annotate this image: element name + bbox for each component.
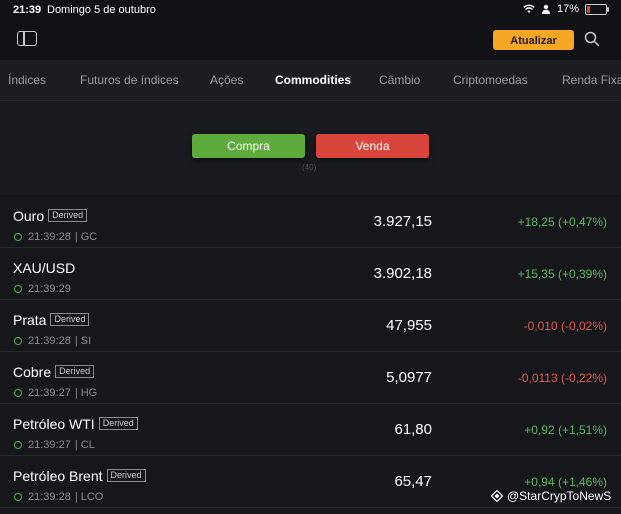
quote-name: Prata bbox=[13, 312, 47, 328]
quote-row[interactable]: Prata Derived 21:39:28 | SI 47,955 -0,010… bbox=[0, 300, 621, 352]
quote-name: XAU/USD bbox=[13, 260, 76, 276]
buy-button[interactable]: Compra bbox=[192, 134, 305, 158]
diamond-logo-icon bbox=[491, 490, 503, 502]
quote-meta: 21:39:28 | SI bbox=[14, 335, 91, 347]
location-icon bbox=[541, 4, 550, 14]
quote-price: 65,47 bbox=[394, 473, 432, 490]
clock-icon bbox=[14, 493, 22, 501]
battery-fill bbox=[587, 5, 591, 13]
quote-change: +18,25 (+0,47%) bbox=[517, 215, 607, 229]
quote-time: 21:39:28 bbox=[28, 231, 71, 243]
quote-symbol: | LCO bbox=[74, 491, 104, 503]
quote-price: 5,0977 bbox=[386, 369, 432, 386]
derived-badge: Derived bbox=[48, 209, 88, 222]
quote-change: -0,0113 (-0,22%) bbox=[517, 371, 607, 385]
quote-symbol: | CL bbox=[74, 439, 95, 451]
tab-forex[interactable]: Câmbio bbox=[379, 73, 420, 87]
update-button[interactable]: Atualizar bbox=[493, 30, 574, 50]
clock-icon bbox=[14, 233, 22, 241]
quote-symbol: | HG bbox=[74, 387, 98, 399]
derived-badge: Derived bbox=[106, 469, 146, 482]
sell-button[interactable]: Venda bbox=[316, 134, 429, 158]
quote-name-wrap: Prata Derived bbox=[13, 312, 90, 328]
quote-time: 21:39:28 bbox=[28, 335, 71, 347]
tab-commodities[interactable]: Commodities bbox=[275, 73, 351, 87]
tab-bonds[interactable]: Renda Fixa bbox=[562, 73, 621, 87]
quote-name-wrap: Ouro Derived bbox=[13, 208, 88, 224]
quote-change: +15,35 (+0,39%) bbox=[517, 267, 607, 281]
ad-banner: Compra Venda (40) bbox=[0, 101, 621, 195]
quote-symbol: | GC bbox=[74, 231, 98, 243]
wifi-icon bbox=[523, 4, 535, 13]
derived-badge: Derived bbox=[98, 417, 138, 430]
quote-name-wrap: Petróleo WTI Derived bbox=[13, 416, 138, 432]
tab-stocks[interactable]: Ações bbox=[210, 73, 243, 87]
quote-row[interactable]: Cobre Derived 21:39:27 | HG 5,0977 -0,011… bbox=[0, 352, 621, 404]
quote-meta: 21:39:28 | LCO bbox=[14, 491, 103, 503]
quote-price: 3.902,18 bbox=[373, 265, 432, 282]
quote-change: +0,92 (+1,51%) bbox=[524, 423, 607, 437]
top-bar: Atualizar bbox=[0, 20, 621, 60]
battery-percent: 17% bbox=[556, 3, 579, 15]
quote-name-wrap: XAU/USD bbox=[13, 260, 75, 276]
tab-index-futures[interactable]: Futuros de índices bbox=[80, 73, 179, 87]
quote-time: 21:39:27 bbox=[28, 387, 71, 399]
status-bar: 21:39 Domingo 5 de outubro 17% bbox=[0, 0, 621, 20]
quote-name-wrap: Cobre Derived bbox=[13, 364, 95, 380]
battery-icon bbox=[585, 3, 609, 15]
ad-marker: (40) bbox=[302, 163, 317, 172]
quote-row[interactable]: XAU/USD 21:39:29 3.902,18 +15,35 (+0,39%… bbox=[0, 248, 621, 300]
quote-name-wrap: Petróleo Brent Derived bbox=[13, 468, 146, 484]
quote-time: 21:39:29 bbox=[28, 283, 71, 295]
quote-change: -0,010 (-0,02%) bbox=[523, 319, 607, 333]
derived-badge: Derived bbox=[55, 365, 95, 378]
quote-symbol: | SI bbox=[74, 335, 92, 347]
status-time: 21:39 bbox=[13, 4, 42, 16]
quote-name: Petróleo Brent bbox=[13, 468, 103, 484]
category-tabs: Índices Futuros de índices Ações Commodi… bbox=[0, 60, 621, 101]
status-date: Domingo 5 de outubro bbox=[47, 4, 156, 16]
tab-crypto[interactable]: Criptomoedas bbox=[453, 73, 528, 87]
quote-time: 21:39:27 bbox=[28, 439, 71, 451]
quote-meta: 21:39:27 | CL bbox=[14, 439, 95, 451]
quote-list: Ouro Derived 21:39:28 | GC 3.927,15 +18,2… bbox=[0, 196, 621, 508]
quote-row[interactable]: Ouro Derived 21:39:28 | GC 3.927,15 +18,2… bbox=[0, 196, 621, 248]
watermark-text: @StarCrypToNewS bbox=[507, 489, 612, 503]
search-icon[interactable] bbox=[584, 31, 600, 47]
sidebar-toggle-icon[interactable] bbox=[17, 31, 37, 46]
watermark: @StarCrypToNewS bbox=[491, 489, 611, 503]
clock-icon bbox=[14, 389, 22, 397]
quote-meta: 21:39:27 | HG bbox=[14, 387, 97, 399]
quote-name: Cobre bbox=[13, 364, 52, 380]
quote-meta: 21:39:28 | GC bbox=[14, 231, 97, 243]
clock-icon bbox=[14, 337, 22, 345]
quote-price: 61,80 bbox=[394, 421, 432, 438]
quote-price: 47,955 bbox=[386, 317, 432, 334]
clock-icon bbox=[14, 441, 22, 449]
status-indicators: 17% bbox=[523, 3, 609, 15]
quote-name: Ouro bbox=[13, 208, 45, 224]
quote-meta: 21:39:29 bbox=[14, 283, 71, 295]
quote-row[interactable]: Petróleo WTI Derived 21:39:27 | CL 61,80 … bbox=[0, 404, 621, 456]
clock-icon bbox=[14, 285, 22, 293]
quote-price: 3.927,15 bbox=[373, 213, 432, 230]
derived-badge: Derived bbox=[50, 313, 90, 326]
quote-time: 21:39:28 bbox=[28, 491, 71, 503]
quote-change: +0,94 (+1,46%) bbox=[524, 475, 607, 489]
quote-name: Petróleo WTI bbox=[13, 416, 95, 432]
tab-indices[interactable]: Índices bbox=[8, 73, 46, 87]
